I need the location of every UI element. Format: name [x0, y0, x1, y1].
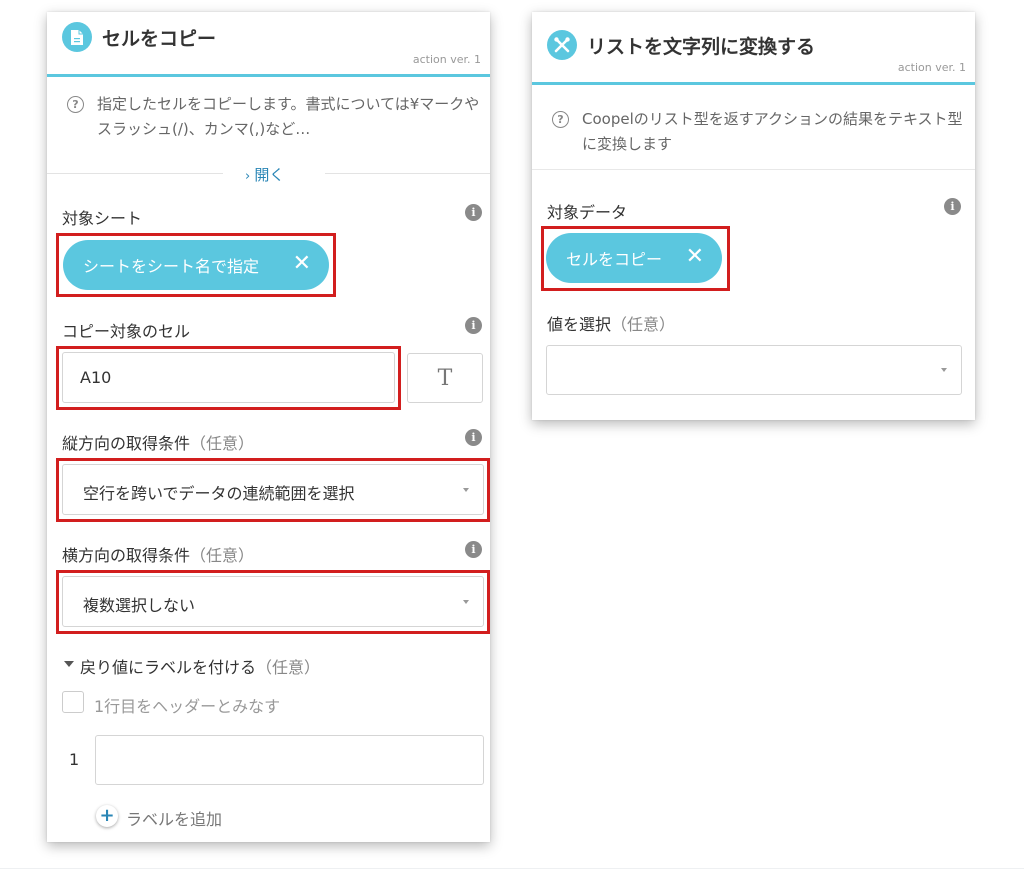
return-label-toggle[interactable]: 戻り値にラベルを付ける（任意） [80, 654, 320, 678]
pill-label: セルをコピー [566, 250, 663, 269]
description-text: 指定したセルをコピーします。書式については¥マークやスラッシュ(/)、カンマ(,… [97, 95, 480, 138]
description-section: ? 指定したセルをコピーします。書式については¥マークやスラッシュ(/)、カンマ… [47, 77, 490, 162]
panel-title: リストを文字列に変換する [587, 36, 816, 58]
chevron-right-icon: › [245, 169, 255, 184]
horizontal-condition-value: 複数選択しない [83, 596, 196, 615]
description-text: Coopelのリスト型を返すアクションの結果をテキスト型に変換します [582, 110, 963, 153]
chevron-down-icon [463, 599, 469, 604]
info-icon[interactable]: i [465, 541, 482, 558]
vertical-condition-value: 空行を跨いでデータの連続範囲を選択 [83, 484, 355, 503]
tools-icon [547, 30, 577, 60]
target-data-label: 対象データ [547, 203, 628, 222]
optional-tag: （任意） [190, 546, 255, 565]
panel-header: セルをコピー action ver. 1 [47, 12, 490, 77]
text-mode-button[interactable]: T [407, 353, 483, 403]
document-icon [62, 22, 92, 52]
help-icon: ? [67, 96, 84, 113]
optional-tag: （任意） [611, 315, 676, 334]
horizontal-condition-title: 横方向の取得条件 [62, 546, 191, 565]
copy-cell-panel: セルをコピー action ver. 1 ? 指定したセルをコピーします。書式に… [47, 12, 490, 842]
copy-cell-input[interactable]: A10 [62, 352, 395, 403]
info-icon[interactable]: i [944, 198, 961, 215]
target-data-pill[interactable]: セルをコピー ✕ [546, 233, 722, 283]
copy-cell-label: コピー対象のセル [62, 322, 191, 341]
description-section: ? Coopelのリスト型を返すアクションの結果をテキスト型に変換します [532, 85, 975, 170]
optional-tag: （任意） [190, 434, 255, 453]
optional-tag: （任意） [256, 658, 321, 677]
page-bottom-line [0, 868, 1024, 869]
first-row-header-label: 1行目をヘッダーとみなす [94, 697, 281, 716]
expand-link[interactable]: › 開く [245, 164, 284, 185]
vertical-condition-label: 縦方向の取得条件（任意） [62, 430, 254, 454]
add-label-link[interactable]: ラベルを追加 [126, 806, 222, 830]
label-input[interactable] [95, 735, 484, 785]
chevron-down-icon [941, 368, 947, 372]
text-icon: T [437, 365, 453, 391]
plus-icon[interactable]: + [96, 805, 118, 827]
close-icon[interactable]: ✕ [293, 252, 311, 276]
panel-title: セルをコピー [102, 28, 217, 50]
help-icon: ? [552, 111, 569, 128]
horizontal-condition-label: 横方向の取得条件（任意） [62, 542, 254, 566]
expand-label: 開く [254, 166, 285, 184]
vertical-condition-title: 縦方向の取得条件 [62, 434, 191, 453]
return-label-title: 戻り値にラベルを付ける [80, 658, 257, 677]
action-version: action ver. 1 [412, 53, 481, 66]
horizontal-condition-select[interactable]: 複数選択しない [62, 576, 484, 627]
divider-right [325, 173, 490, 174]
copy-cell-value: A10 [80, 368, 112, 387]
value-select-title: 値を選択 [547, 315, 612, 334]
label-row-number: 1 [69, 750, 80, 769]
first-row-header-checkbox[interactable] [62, 691, 84, 713]
action-version: action ver. 1 [897, 61, 966, 74]
pill-label: シートをシート名で指定 [83, 257, 260, 276]
info-icon[interactable]: i [465, 317, 482, 334]
info-icon[interactable]: i [465, 204, 482, 221]
vertical-condition-select[interactable]: 空行を跨いでデータの連続範囲を選択 [62, 464, 484, 515]
value-select[interactable] [546, 345, 962, 395]
info-icon[interactable]: i [465, 429, 482, 446]
target-sheet-pill[interactable]: シートをシート名で指定 ✕ [63, 240, 329, 290]
divider-left [47, 173, 223, 174]
collapse-triangle-icon[interactable] [64, 661, 74, 667]
target-sheet-label: 対象シート [62, 209, 143, 228]
chevron-down-icon [463, 487, 469, 492]
expand-row: › 開く [47, 164, 490, 184]
close-icon[interactable]: ✕ [686, 245, 704, 269]
list-to-string-panel: リストを文字列に変換する action ver. 1 ? Coopelのリスト型… [532, 12, 975, 420]
value-select-label: 値を選択（任意） [547, 311, 675, 335]
panel-header: リストを文字列に変換する action ver. 1 [532, 12, 975, 85]
